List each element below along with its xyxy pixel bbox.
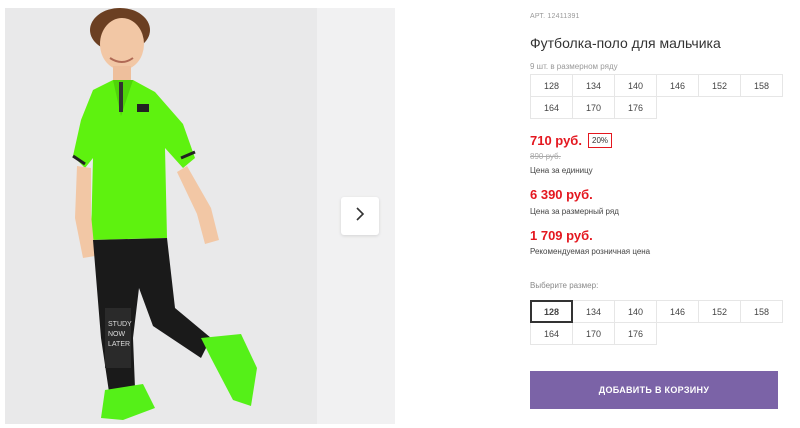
add-to-cart-button[interactable]: ДОБАВИТЬ В КОРЗИНУ (530, 371, 778, 409)
size-option[interactable]: 164 (530, 322, 573, 345)
product-photo: STUDY NOW LATER (5, 8, 317, 424)
size-option-selected[interactable]: 128 (530, 300, 573, 323)
retail-price: 1 709 руб. (530, 228, 593, 243)
product-title: Футболка-поло для мальчика (530, 35, 721, 51)
svg-text:NOW: NOW (108, 331, 126, 338)
article-number: АРТ. 12411391 (530, 13, 580, 20)
boy-illustration: STUDY NOW LATER (5, 8, 317, 424)
pack-size-cell: 158 (740, 74, 783, 97)
unit-price-caption: Цена за единицу (530, 166, 593, 175)
pack-size-cell: 140 (614, 74, 657, 97)
size-option[interactable]: 146 (656, 300, 699, 323)
row-price: 6 390 руб. (530, 187, 593, 202)
size-option[interactable]: 140 (614, 300, 657, 323)
unit-price: 710 руб. (530, 133, 582, 148)
pack-size-cell: 128 (530, 74, 573, 97)
pack-size-cell: 146 (656, 74, 699, 97)
discount-badge: 20% (588, 133, 613, 148)
size-option[interactable]: 134 (572, 300, 615, 323)
old-price: 890 руб. (530, 152, 561, 161)
pack-size-cell: 134 (572, 74, 615, 97)
size-option[interactable]: 170 (572, 322, 615, 345)
size-option[interactable]: 176 (614, 322, 657, 345)
pack-size-cell: 170 (572, 96, 615, 119)
size-picker: 128 134 140 146 152 158 164 170 176 (530, 300, 783, 345)
pack-size-cell: 164 (530, 96, 573, 119)
svg-text:STUDY: STUDY (108, 321, 132, 328)
product-gallery: STUDY NOW LATER (0, 0, 395, 428)
size-picker-label: Выберите размер: (530, 281, 599, 290)
chevron-right-icon (354, 206, 366, 227)
retail-price-caption: Рекомендуемая розничная цена (530, 247, 651, 256)
size-option[interactable]: 152 (698, 300, 741, 323)
row-price-caption: Цена за размерный ряд (530, 207, 619, 216)
size-option[interactable]: 158 (740, 300, 783, 323)
pack-note: 9 шт. в размерном ряду (530, 62, 618, 71)
svg-text:LATER: LATER (108, 341, 130, 348)
pack-size-grid: 128 134 140 146 152 158 164 170 176 (530, 74, 783, 119)
pack-size-cell: 176 (614, 96, 657, 119)
pack-size-cell: 152 (698, 74, 741, 97)
next-image-button[interactable] (341, 197, 379, 235)
